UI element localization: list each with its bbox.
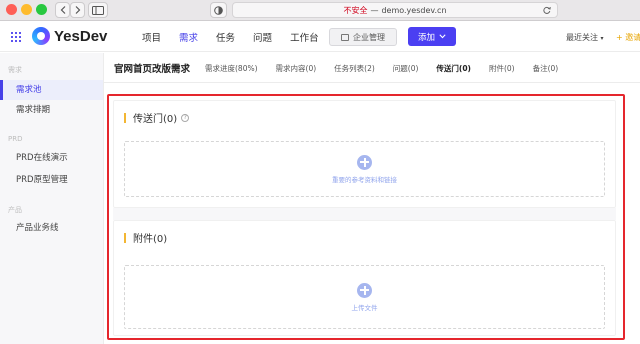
browser-toolbar: 不安全 — demo.yesdev.cn xyxy=(0,0,640,21)
sidebar-item-prd-prototype[interactable]: PRD原型管理 xyxy=(0,170,103,190)
add-button[interactable]: 添加 xyxy=(408,27,456,46)
nav-item-issues[interactable]: 问题 xyxy=(253,30,272,44)
caret-down-icon: ▾ xyxy=(600,35,604,42)
close-window-button[interactable] xyxy=(6,4,17,15)
reload-icon[interactable] xyxy=(543,6,551,14)
recent-label: 最近关注 xyxy=(566,33,598,42)
invite-link[interactable]: + 邀请 xyxy=(616,32,640,43)
app-grid-icon[interactable] xyxy=(11,32,21,42)
sidebar-item-product-line[interactable]: 产品业务线 xyxy=(0,218,103,238)
address-separator: — xyxy=(370,5,379,15)
half-shield-icon xyxy=(214,5,223,15)
sidebar-section-product: 产品 xyxy=(8,206,22,214)
zoom-window-button[interactable] xyxy=(36,4,47,15)
enterprise-label: 企业管理 xyxy=(353,32,385,42)
nav-item-workbench[interactable]: 工作台 xyxy=(290,30,319,44)
tab-notes[interactable]: 备注(0) xyxy=(533,63,559,74)
detail-tabs: 需求进度(80%) 需求内容(0) 任务列表(2) 问题(0) 传送门(0) 附… xyxy=(205,63,576,74)
chevron-down-icon xyxy=(439,34,446,39)
sidebar-icon xyxy=(92,5,104,15)
sidebar: 需求 需求池 需求排期 PRD PRD在线演示 PRD原型管理 产品 产品业务线 xyxy=(0,53,104,344)
security-label: 不安全 xyxy=(343,5,368,15)
sidebar-section-prd: PRD xyxy=(8,135,23,143)
app-header: YesDev 项目 需求 任务 问题 工作台 企业管理 添加 最近关注 ▾ + … xyxy=(0,22,640,52)
tab-attachments[interactable]: 附件(0) xyxy=(489,63,515,74)
forward-button[interactable] xyxy=(70,2,85,18)
sidebar-item-demand-pool[interactable]: 需求池 xyxy=(0,80,103,100)
nav-item-tasks[interactable]: 任务 xyxy=(216,30,235,44)
invite-label: 邀请 xyxy=(625,33,640,42)
brand-name: YesDev xyxy=(54,27,108,45)
address-bar[interactable]: 不安全 — demo.yesdev.cn xyxy=(232,2,558,18)
sidebar-toggle-button[interactable] xyxy=(88,2,108,18)
tab-tasks[interactable]: 任务列表(2) xyxy=(334,63,375,74)
chevron-right-icon xyxy=(75,6,80,14)
chevron-left-icon xyxy=(60,6,65,14)
nav-item-projects[interactable]: 项目 xyxy=(142,30,161,44)
sidebar-item-prd-demo[interactable]: PRD在线演示 xyxy=(0,148,103,168)
tab-portal[interactable]: 传送门(0) xyxy=(436,63,471,74)
sidebar-item-demand-schedule[interactable]: 需求排期 xyxy=(0,100,103,120)
nav-item-demands[interactable]: 需求 xyxy=(179,30,198,44)
logo-mark-icon xyxy=(32,27,50,45)
back-button[interactable] xyxy=(55,2,70,18)
privacy-shield-button[interactable] xyxy=(210,2,227,18)
add-label: 添加 xyxy=(417,32,435,43)
tab-progress[interactable]: 需求进度(80%) xyxy=(205,63,258,74)
demand-detail-header: 官网首页改版需求 需求进度(80%) 需求内容(0) 任务列表(2) 问题(0)… xyxy=(104,53,640,83)
plus-icon: + xyxy=(616,33,623,42)
minimize-window-button[interactable] xyxy=(21,4,32,15)
highlight-frame xyxy=(107,94,625,340)
tab-content[interactable]: 需求内容(0) xyxy=(276,63,317,74)
page-title: 官网首页改版需求 xyxy=(114,64,191,75)
building-icon xyxy=(341,33,349,41)
recent-follow-dropdown[interactable]: 最近关注 ▾ xyxy=(566,32,604,43)
tab-issues[interactable]: 问题(0) xyxy=(393,63,419,74)
logo[interactable]: YesDev xyxy=(32,27,107,45)
enterprise-management-button[interactable]: 企业管理 xyxy=(329,28,397,46)
url-text: demo.yesdev.cn xyxy=(381,5,447,15)
sidebar-section-demand: 需求 xyxy=(8,66,22,74)
main-nav: 项目 需求 任务 问题 工作台 xyxy=(142,30,337,44)
